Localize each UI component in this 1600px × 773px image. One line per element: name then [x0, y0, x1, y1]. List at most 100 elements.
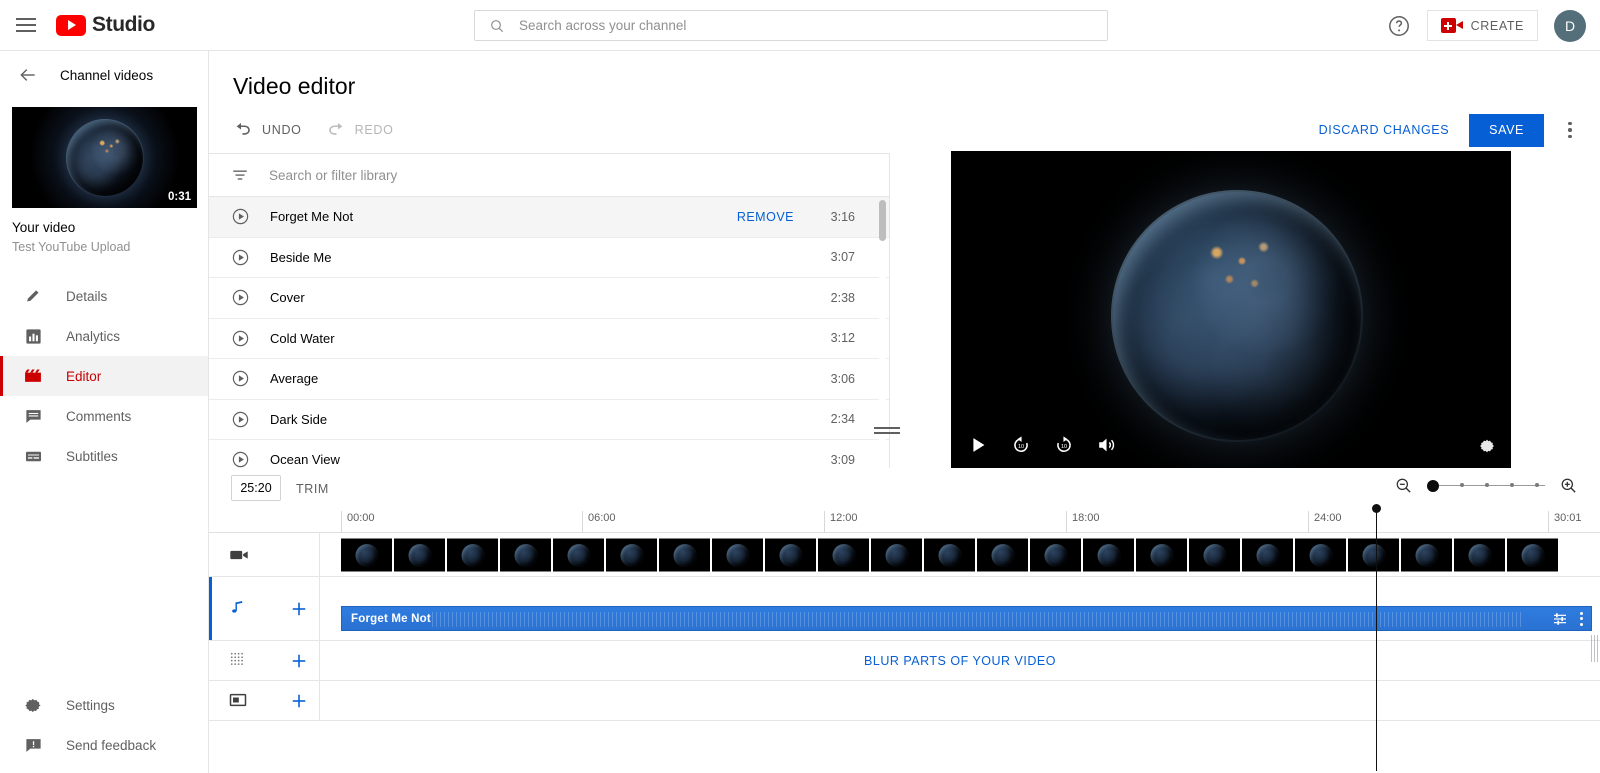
audio-clip-tools — [1552, 611, 1583, 627]
list-item[interactable]: Cover 2:38 — [209, 278, 889, 319]
blur-parts-cta[interactable]: BLUR PARTS OF YOUR VIDEO — [320, 641, 1600, 680]
svg-text:10: 10 — [1061, 444, 1067, 450]
pencil-icon — [22, 285, 44, 307]
panel-resize-handle[interactable] — [874, 423, 900, 437]
bar-chart-icon — [22, 325, 44, 347]
sidebar-item-label: Comments — [66, 408, 132, 424]
slider-thumb[interactable] — [1427, 479, 1439, 492]
video-track-row[interactable] — [209, 533, 1600, 577]
video-subtitle: Test YouTube Upload — [12, 240, 131, 254]
audio-tune-icon[interactable] — [1552, 611, 1568, 627]
list-item[interactable]: Average 3:06 — [209, 359, 889, 400]
create-button[interactable]: CREATE — [1426, 10, 1538, 41]
hamburger-menu-icon[interactable] — [16, 16, 40, 34]
volume-icon[interactable] — [1096, 434, 1118, 456]
timeline-playhead[interactable] — [1372, 504, 1381, 771]
filmstrip-frame — [871, 538, 922, 571]
add-end-screen-button[interactable] — [289, 691, 309, 711]
redo-icon — [328, 123, 342, 135]
timeline-tracks: Forget Me Not BLUR PARTS OF YOUR VIDEO — [209, 533, 1600, 721]
play-circle-icon[interactable] — [231, 329, 250, 348]
end-screen-track-row[interactable] — [209, 681, 1600, 721]
track-name: Beside Me — [270, 249, 332, 265]
timeline-ruler[interactable]: 00:00 06:00 12:00 18:00 24:00 30:01 — [209, 506, 1600, 533]
youtube-studio-logo[interactable]: Studio — [56, 13, 155, 37]
timecode-input[interactable]: 25:20 — [231, 475, 281, 501]
track-name: Average — [270, 371, 319, 387]
play-circle-icon[interactable] — [231, 207, 250, 226]
list-item[interactable]: Cold Water 3:12 — [209, 319, 889, 359]
preview-earth-graphic — [1112, 191, 1361, 440]
player-settings-gear-icon[interactable] — [1477, 436, 1497, 456]
play-icon[interactable] — [967, 434, 989, 456]
play-circle-icon[interactable] — [231, 288, 250, 307]
list-item[interactable]: Beside Me 3:07 — [209, 238, 889, 278]
audio-track-row[interactable]: Forget Me Not — [209, 577, 1600, 662]
sidebar-item-settings[interactable]: Settings — [0, 685, 208, 725]
preview-city-lights — [1197, 233, 1288, 304]
replay-10-icon[interactable]: 10 — [1010, 434, 1032, 456]
more-options-icon[interactable] — [1556, 115, 1584, 145]
sidebar-item-subtitles[interactable]: Subtitles — [0, 436, 208, 476]
save-button[interactable]: SAVE — [1469, 113, 1544, 147]
video-preview-player[interactable]: 10 10 — [951, 151, 1511, 468]
filmstrip-frame — [1242, 538, 1293, 571]
play-circle-icon[interactable] — [231, 410, 250, 429]
blur-track-row[interactable]: BLUR PARTS OF YOUR VIDEO — [209, 641, 1600, 681]
ruler-mark: 12:00 — [824, 511, 858, 533]
redo-label: REDO — [354, 123, 394, 137]
sidebar-item-details[interactable]: Details — [0, 276, 208, 316]
video-camera-plus-icon — [1440, 18, 1463, 33]
create-button-label: CREATE — [1470, 18, 1524, 33]
audio-track-header — [209, 577, 320, 640]
discard-changes-button[interactable]: DISCARD CHANGES — [1305, 114, 1464, 146]
forward-10-icon[interactable]: 10 — [1053, 434, 1075, 456]
filter-icon — [233, 170, 247, 180]
library-search-input[interactable]: Search or filter library — [209, 154, 889, 197]
zoom-in-icon[interactable] — [1559, 476, 1578, 495]
playhead-handle[interactable] — [1372, 504, 1381, 513]
avatar[interactable]: D — [1554, 9, 1586, 42]
sidebar-item-send-feedback[interactable]: Send feedback — [0, 725, 208, 765]
channel-search-input[interactable]: Search across your channel — [474, 10, 1108, 41]
trim-button[interactable]: TRIM — [296, 482, 329, 496]
play-circle-icon[interactable] — [231, 450, 250, 469]
filmstrip-frame — [553, 538, 604, 571]
subtitles-icon — [22, 445, 44, 467]
zoom-out-icon[interactable] — [1394, 476, 1413, 495]
video-thumbnail[interactable]: 0:31 — [12, 107, 197, 208]
library-track-list: Forget Me Not REMOVE 3:16 Beside Me 3:07… — [209, 197, 889, 469]
play-circle-icon[interactable] — [231, 369, 250, 388]
remove-track-button[interactable]: REMOVE — [737, 210, 794, 224]
list-item[interactable]: Forget Me Not REMOVE 3:16 — [209, 197, 889, 238]
scrollbar-thumb[interactable] — [879, 200, 886, 241]
add-audio-button[interactable] — [289, 599, 309, 619]
filmstrip-frame — [924, 538, 975, 571]
timeline-zoom-controls — [1394, 476, 1578, 495]
audio-clip[interactable]: Forget Me Not — [341, 606, 1600, 662]
filmstrip-frame — [1189, 538, 1240, 571]
sidebar-nav: Details Analytics Editor Comments Subtit… — [0, 276, 208, 476]
list-item[interactable]: Ocean View 3:09 — [209, 440, 889, 469]
track-name: Cover — [270, 290, 305, 306]
redo-button[interactable]: REDO — [326, 120, 394, 140]
add-blur-button[interactable] — [289, 651, 309, 671]
track-duration: 3:06 — [830, 371, 855, 386]
sidebar-bottom-nav: Settings Send feedback — [0, 685, 208, 765]
filmstrip-frame — [447, 538, 498, 571]
sidebar-item-comments[interactable]: Comments — [0, 396, 208, 436]
sidebar-item-analytics[interactable]: Analytics — [0, 316, 208, 356]
library-scrollbar[interactable] — [879, 200, 886, 459]
list-item[interactable]: Dark Side 2:34 — [209, 400, 889, 440]
ruler-mark: 00:00 — [341, 511, 375, 533]
back-to-channel-videos[interactable]: Channel videos — [0, 51, 208, 99]
undo-button[interactable]: UNDO — [233, 120, 302, 140]
audio-clip-menu-icon[interactable] — [1580, 611, 1583, 626]
end-screen-icon — [228, 690, 250, 712]
sidebar-item-editor[interactable]: Editor — [0, 356, 208, 396]
slider-tick — [1535, 483, 1539, 487]
play-circle-icon[interactable] — [231, 248, 250, 267]
search-placeholder: Search across your channel — [519, 18, 687, 33]
timeline-zoom-slider[interactable] — [1427, 477, 1545, 495]
help-icon[interactable] — [1387, 14, 1411, 38]
